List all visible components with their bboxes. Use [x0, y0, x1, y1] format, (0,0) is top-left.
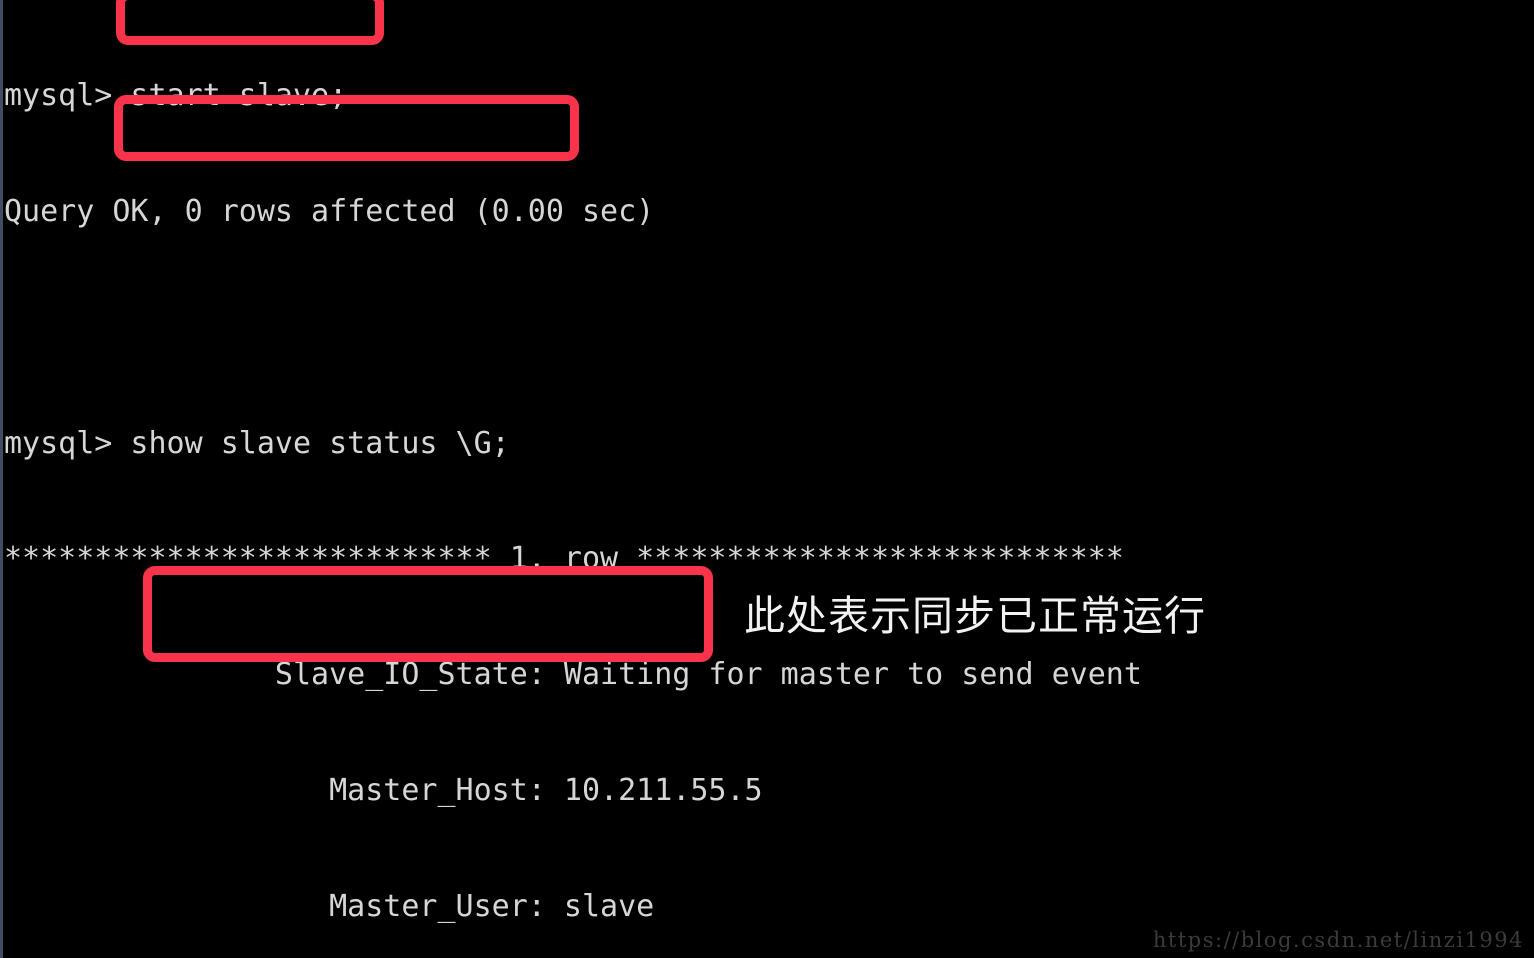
terminal-line-cmd-start-slave: mysql> start slave; [4, 78, 348, 114]
terminal-output: mysql> start slave; Query OK, 0 rows aff… [0, 0, 1534, 958]
watermark-url: https://blog.csdn.net/linzi1994 [1152, 928, 1524, 952]
annotation-note-text: 此处表示同步已正常运行 [744, 592, 1206, 640]
terminal-line-master-user: Master_User: slave [4, 888, 655, 924]
terminal-line-master-host: Master_Host: 10.211.55.5 [4, 772, 763, 808]
terminal-line-slave-io-state: Slave_IO_State: Waiting for master to se… [4, 657, 1142, 693]
terminal-window: mysql> start slave; Query OK, 0 rows aff… [0, 0, 1534, 958]
terminal-line-cmd-show-slave-status: mysql> show slave status \G; [4, 425, 510, 461]
terminal-line-row-separator: *************************** 1. row *****… [4, 541, 1124, 577]
terminal-line-query-ok: Query OK, 0 rows affected (0.00 sec) [4, 193, 655, 229]
